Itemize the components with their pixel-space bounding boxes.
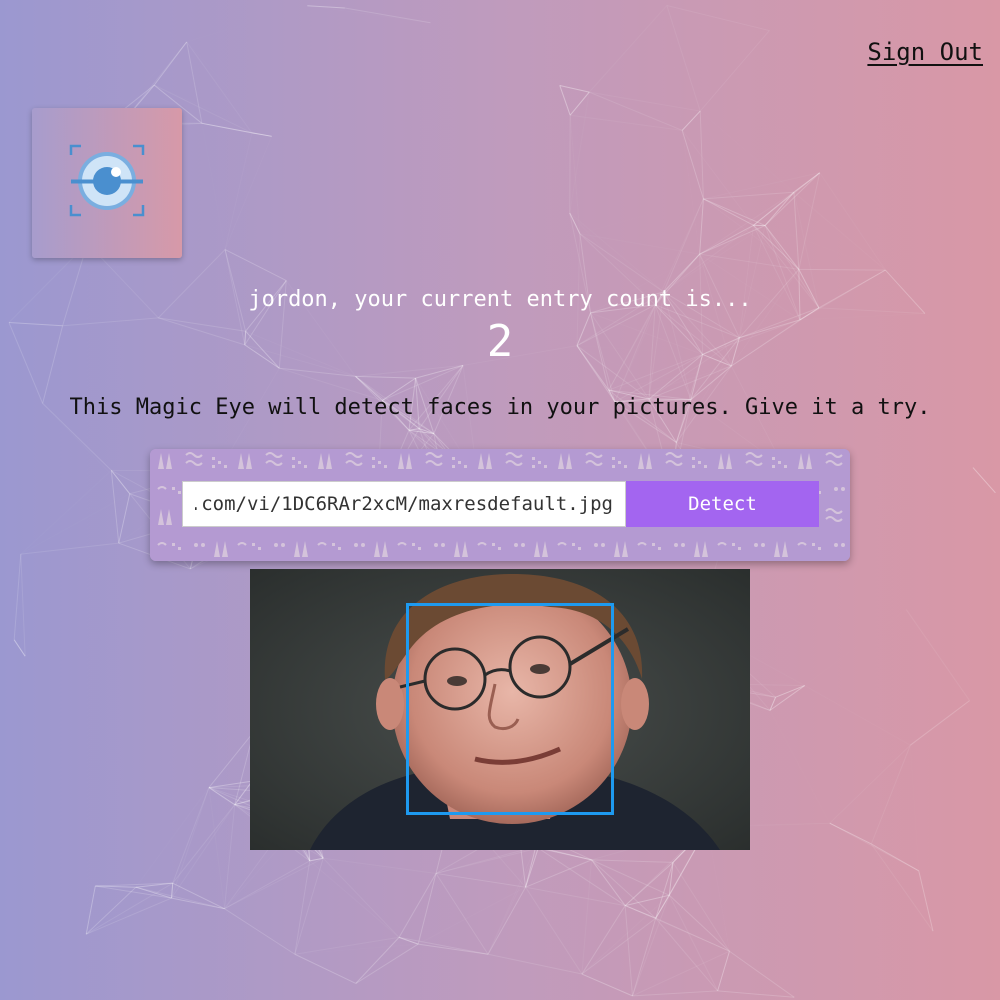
app-description: This Magic Eye will detect faces in your…: [69, 395, 931, 420]
entry-greeting: jordon, your current entry count is...: [248, 287, 752, 312]
detect-button[interactable]: Detect: [626, 481, 819, 527]
entry-count: 2: [486, 316, 514, 367]
image-url-input[interactable]: [182, 481, 626, 527]
sign-out-link[interactable]: Sign Out: [867, 38, 983, 66]
face-bounding-box: [406, 603, 614, 815]
logo[interactable]: [32, 108, 182, 258]
eye-icon: [69, 144, 145, 217]
image-url-form: Detect: [150, 449, 850, 561]
